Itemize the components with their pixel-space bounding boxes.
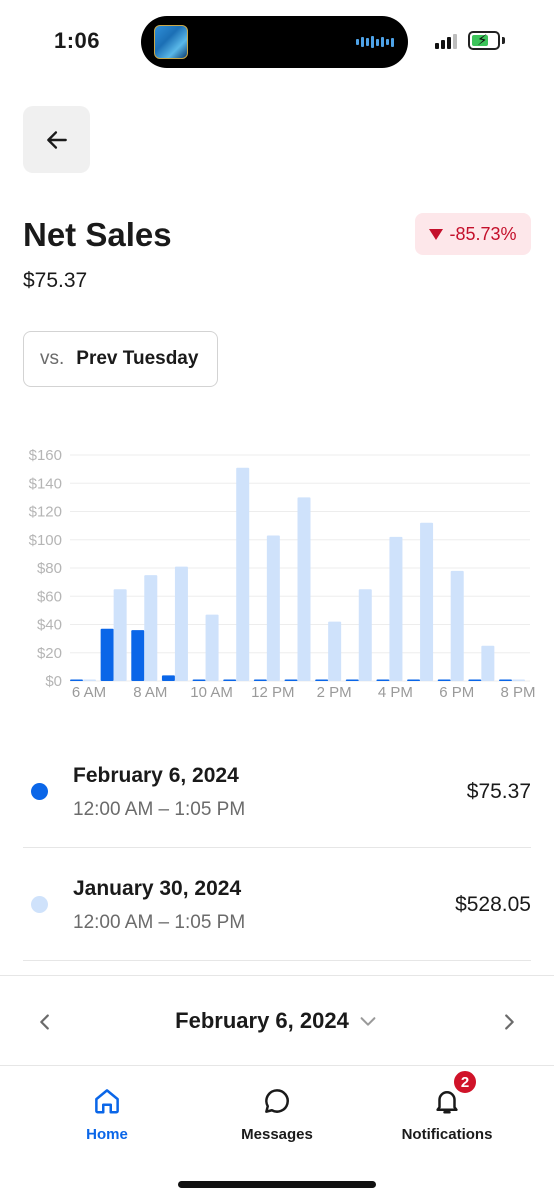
date-picker-button[interactable]: February 6, 2024 bbox=[0, 1008, 554, 1034]
bar-previous-2-pm[interactable] bbox=[328, 621, 342, 681]
bar-current-6-am[interactable] bbox=[70, 679, 83, 682]
compare-period-button[interactable]: vs. Prev Tuesday bbox=[23, 331, 218, 387]
bar-current-10-am[interactable] bbox=[192, 679, 206, 682]
y-tick-label: $60 bbox=[37, 588, 62, 605]
x-tick-label: 8 PM bbox=[500, 684, 535, 701]
legend-dot-current bbox=[31, 783, 48, 800]
legend-value: $75.37 bbox=[466, 780, 531, 803]
chevron-right-icon bbox=[505, 1014, 514, 1030]
chevron-down-icon bbox=[360, 1017, 376, 1026]
bar-previous-4-pm[interactable] bbox=[389, 536, 403, 681]
bar-current-8-am[interactable] bbox=[131, 630, 145, 681]
x-tick-label: 6 AM bbox=[72, 684, 106, 701]
cellular-signal-icon bbox=[435, 34, 457, 49]
y-tick-label: $100 bbox=[29, 532, 62, 549]
change-percent: -85.73% bbox=[449, 223, 517, 244]
legend-row-current[interactable]: February 6, 2024 12:00 AM – 1:05 PM $75.… bbox=[23, 742, 531, 854]
bar-previous-12-pm[interactable] bbox=[266, 535, 280, 681]
legend-time-range: 12:00 AM – 1:05 PM bbox=[73, 912, 246, 933]
arrow-left-icon bbox=[46, 130, 67, 149]
tab-label: Home bbox=[86, 1126, 128, 1143]
home-indicator bbox=[178, 1181, 376, 1188]
bar-current-8-pm[interactable] bbox=[499, 679, 512, 682]
y-tick-label: $120 bbox=[29, 504, 62, 521]
bar-previous-6-am[interactable] bbox=[83, 679, 96, 682]
x-tick-label: 4 PM bbox=[378, 684, 413, 701]
bar-previous-9-am[interactable] bbox=[174, 566, 188, 681]
divider bbox=[23, 847, 531, 848]
bar-current-12-pm[interactable] bbox=[253, 679, 267, 682]
tab-messages[interactable]: Messages bbox=[197, 1084, 357, 1143]
legend-time-range: 12:00 AM – 1:05 PM bbox=[73, 799, 246, 820]
compare-prefix: vs. bbox=[40, 348, 65, 369]
bar-current-3-pm[interactable] bbox=[345, 679, 359, 682]
divider bbox=[23, 960, 531, 961]
bar-previous-3-pm[interactable] bbox=[358, 589, 372, 681]
y-tick-label: $40 bbox=[37, 617, 62, 634]
hourly-sales-chart[interactable]: $160 $140 $120 $100 $80 $60 $40 $20 $0 6 AM 8 AM 10… bbox=[0, 440, 554, 710]
bar-previous-8-am[interactable] bbox=[144, 575, 158, 681]
y-tick-label: $20 bbox=[37, 645, 62, 662]
status-bar: 1:06 ⚡ bbox=[0, 0, 554, 90]
home-icon bbox=[95, 1089, 119, 1114]
x-tick-label: 12 PM bbox=[251, 684, 294, 701]
triangle-down-icon bbox=[429, 228, 444, 240]
bar-current-4-pm[interactable] bbox=[376, 679, 390, 682]
now-playing-artwork bbox=[154, 25, 188, 59]
bar-current-7-pm[interactable] bbox=[468, 679, 482, 682]
bar-previous-1-pm[interactable] bbox=[297, 497, 311, 681]
tab-label: Messages bbox=[241, 1126, 313, 1143]
audio-waveform-icon bbox=[356, 36, 394, 48]
legend-date: February 6, 2024 bbox=[73, 764, 239, 787]
status-time: 1:06 bbox=[54, 28, 101, 53]
bar-previous-7-am[interactable] bbox=[113, 589, 127, 681]
x-tick-label: 2 PM bbox=[317, 684, 352, 701]
bar-previous-11-am[interactable] bbox=[236, 467, 250, 681]
bar-current-7-am[interactable] bbox=[100, 628, 114, 681]
bar-current-9-am[interactable] bbox=[161, 675, 175, 681]
change-badge: -85.73% bbox=[415, 213, 531, 255]
page-title: Net Sales bbox=[23, 216, 172, 253]
y-tick-label: $0 bbox=[45, 673, 62, 690]
bar-current-2-pm[interactable] bbox=[315, 679, 329, 682]
battery-icon: ⚡ bbox=[468, 31, 500, 50]
charging-bolt-icon: ⚡ bbox=[477, 32, 488, 49]
legend-value: $528.05 bbox=[455, 893, 531, 916]
legend-dot-previous bbox=[31, 896, 48, 913]
compare-value: Prev Tuesday bbox=[76, 348, 199, 369]
x-tick-label: 8 AM bbox=[133, 684, 167, 701]
next-day-button[interactable] bbox=[497, 1010, 521, 1034]
x-tick-label: 6 PM bbox=[439, 684, 474, 701]
bar-previous-8-pm[interactable] bbox=[512, 679, 525, 682]
notification-count-badge: 2 bbox=[452, 1069, 478, 1095]
bar-current-5-pm[interactable] bbox=[407, 679, 421, 682]
bar-previous-6-pm[interactable] bbox=[450, 570, 464, 681]
chat-bubble-icon bbox=[265, 1089, 289, 1113]
bottom-tab-bar: Home Messages 2 Notifications bbox=[0, 1065, 554, 1200]
y-tick-label: $140 bbox=[29, 475, 62, 492]
bar-previous-5-pm[interactable] bbox=[420, 522, 434, 681]
y-tick-label: $80 bbox=[37, 560, 62, 577]
dynamic-island[interactable] bbox=[141, 16, 408, 68]
tab-home[interactable]: Home bbox=[27, 1084, 187, 1143]
legend-row-previous[interactable]: January 30, 2024 12:00 AM – 1:05 PM $528… bbox=[23, 855, 531, 967]
bar-current-1-pm[interactable] bbox=[284, 679, 298, 682]
net-sales-amount: $75.37 bbox=[23, 269, 88, 292]
back-button[interactable] bbox=[23, 106, 90, 173]
bar-current-11-am[interactable] bbox=[223, 679, 237, 682]
tab-label: Notifications bbox=[401, 1126, 493, 1143]
legend-date: January 30, 2024 bbox=[73, 877, 242, 900]
bar-previous-7-pm[interactable] bbox=[481, 645, 495, 681]
bar-current-6-pm[interactable] bbox=[437, 679, 451, 682]
tab-notifications[interactable]: 2 Notifications bbox=[367, 1069, 527, 1143]
x-tick-label: 10 AM bbox=[190, 684, 233, 701]
selected-date: February 6, 2024 bbox=[175, 1008, 349, 1033]
y-tick-label: $160 bbox=[29, 447, 62, 464]
date-navigator: February 6, 2024 bbox=[0, 975, 554, 1065]
bar-previous-10-am[interactable] bbox=[205, 614, 219, 681]
